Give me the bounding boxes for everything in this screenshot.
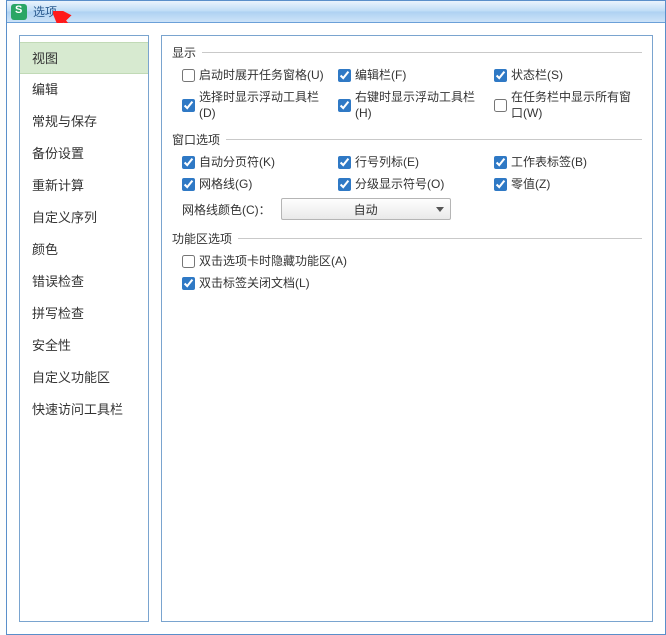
sidebar-item-1[interactable]: 编辑 <box>20 74 148 106</box>
display-label: 右键时显示浮动工具栏(H) <box>355 89 486 121</box>
window-label: 工作表标签(B) <box>511 154 587 170</box>
display-label: 编辑栏(F) <box>355 67 406 83</box>
app-icon <box>11 4 27 20</box>
display-option[interactable]: 在任务栏中显示所有窗口(W) <box>494 89 642 121</box>
window-row: 网格线(G) 分级显示符号(O) 零值(Z) <box>172 176 642 192</box>
display-row: 选择时显示浮动工具栏(D) 右键时显示浮动工具栏(H) 在任务栏中显示所有窗口(W) <box>172 89 642 121</box>
sidebar-item-0[interactable]: 视图 <box>20 42 148 74</box>
sidebar-item-5[interactable]: 自定义序列 <box>20 202 148 234</box>
sidebar-item-7[interactable]: 错误检查 <box>20 266 148 298</box>
window-label: 网格线(G) <box>199 176 252 192</box>
window-checkbox[interactable] <box>494 178 507 191</box>
sidebar-item-11[interactable]: 快速访问工具栏 <box>20 394 148 426</box>
options-dialog: 选项 视图编辑常规与保存备份设置重新计算自定义序列颜色错误检查拼写检查安全性自定… <box>6 0 666 635</box>
client-area: 视图编辑常规与保存备份设置重新计算自定义序列颜色错误检查拼写检查安全性自定义功能… <box>7 23 665 634</box>
window-option[interactable]: 工作表标签(B) <box>494 154 642 170</box>
display-checkbox[interactable] <box>494 99 507 112</box>
ribbon-checkbox[interactable] <box>182 277 195 290</box>
section-window-options: 窗口选项 自动分页符(K) 行号列标(E) 工作表标签(B) 网格线(G) 分级显示符号… <box>172 131 642 220</box>
section-display-legend: 显示 <box>172 44 196 61</box>
divider <box>226 139 642 140</box>
window-option[interactable]: 分级显示符号(O) <box>338 176 486 192</box>
titlebar[interactable]: 选项 <box>7 1 665 23</box>
sidebar-item-3[interactable]: 备份设置 <box>20 138 148 170</box>
window-checkbox[interactable] <box>338 156 351 169</box>
window-checkbox[interactable] <box>182 178 195 191</box>
display-checkbox[interactable] <box>338 69 351 82</box>
ribbon-checkbox[interactable] <box>182 255 195 268</box>
sidebar-item-2[interactable]: 常规与保存 <box>20 106 148 138</box>
sidebar-item-10[interactable]: 自定义功能区 <box>20 362 148 394</box>
display-option[interactable]: 右键时显示浮动工具栏(H) <box>338 89 486 121</box>
section-display: 显示 启动时展开任务窗格(U) 编辑栏(F) 状态栏(S) 选择时显示浮动工具栏(D)… <box>172 44 642 121</box>
display-option[interactable]: 选择时显示浮动工具栏(D) <box>182 89 330 121</box>
display-option[interactable]: 编辑栏(F) <box>338 67 486 83</box>
ribbon-row: 双击标签关闭文档(L) <box>172 275 642 291</box>
window-option[interactable]: 零值(Z) <box>494 176 642 192</box>
grid-color-label: 网格线颜色(C)： <box>182 201 271 218</box>
window-checkbox[interactable] <box>494 156 507 169</box>
window-label: 自动分页符(K) <box>199 154 275 170</box>
section-window-legend: 窗口选项 <box>172 131 220 148</box>
window-checkbox[interactable] <box>338 178 351 191</box>
window-option[interactable]: 网格线(G) <box>182 176 330 192</box>
display-option[interactable]: 启动时展开任务窗格(U) <box>182 67 330 83</box>
display-label: 状态栏(S) <box>511 67 563 83</box>
grid-color-dropdown[interactable]: 自动 <box>281 198 451 220</box>
window-checkbox[interactable] <box>182 156 195 169</box>
sidebar: 视图编辑常规与保存备份设置重新计算自定义序列颜色错误检查拼写检查安全性自定义功能… <box>19 35 149 622</box>
section-ribbon-options: 功能区选项 双击选项卡时隐藏功能区(A) 双击标签关闭文档(L) <box>172 230 642 291</box>
display-label: 选择时显示浮动工具栏(D) <box>199 89 330 121</box>
window-label: 行号列标(E) <box>355 154 419 170</box>
ribbon-row: 双击选项卡时隐藏功能区(A) <box>172 253 642 269</box>
display-checkbox[interactable] <box>182 69 195 82</box>
display-row: 启动时展开任务窗格(U) 编辑栏(F) 状态栏(S) <box>172 67 642 83</box>
display-checkbox[interactable] <box>494 69 507 82</box>
sidebar-item-8[interactable]: 拼写检查 <box>20 298 148 330</box>
chevron-down-icon <box>436 207 444 212</box>
display-checkbox[interactable] <box>182 99 195 112</box>
divider <box>238 238 642 239</box>
display-label: 启动时展开任务窗格(U) <box>199 67 324 83</box>
ribbon-option[interactable]: 双击标签关闭文档(L) <box>182 275 310 291</box>
window-row: 自动分页符(K) 行号列标(E) 工作表标签(B) <box>172 154 642 170</box>
window-option[interactable]: 行号列标(E) <box>338 154 486 170</box>
sidebar-item-4[interactable]: 重新计算 <box>20 170 148 202</box>
ribbon-label: 双击选项卡时隐藏功能区(A) <box>199 253 347 269</box>
display-label: 在任务栏中显示所有窗口(W) <box>511 89 642 121</box>
sidebar-item-6[interactable]: 颜色 <box>20 234 148 266</box>
window-title: 选项 <box>33 3 57 20</box>
display-checkbox[interactable] <box>338 99 351 112</box>
window-option[interactable]: 自动分页符(K) <box>182 154 330 170</box>
grid-color-value: 自动 <box>354 201 378 218</box>
display-option[interactable]: 状态栏(S) <box>494 67 642 83</box>
window-label: 零值(Z) <box>511 176 550 192</box>
content-panel: 显示 启动时展开任务窗格(U) 编辑栏(F) 状态栏(S) 选择时显示浮动工具栏(D)… <box>161 35 653 622</box>
section-ribbon-legend: 功能区选项 <box>172 230 232 247</box>
divider <box>202 52 642 53</box>
ribbon-label: 双击标签关闭文档(L) <box>199 275 310 291</box>
sidebar-item-9[interactable]: 安全性 <box>20 330 148 362</box>
ribbon-option[interactable]: 双击选项卡时隐藏功能区(A) <box>182 253 347 269</box>
window-label: 分级显示符号(O) <box>355 176 444 192</box>
